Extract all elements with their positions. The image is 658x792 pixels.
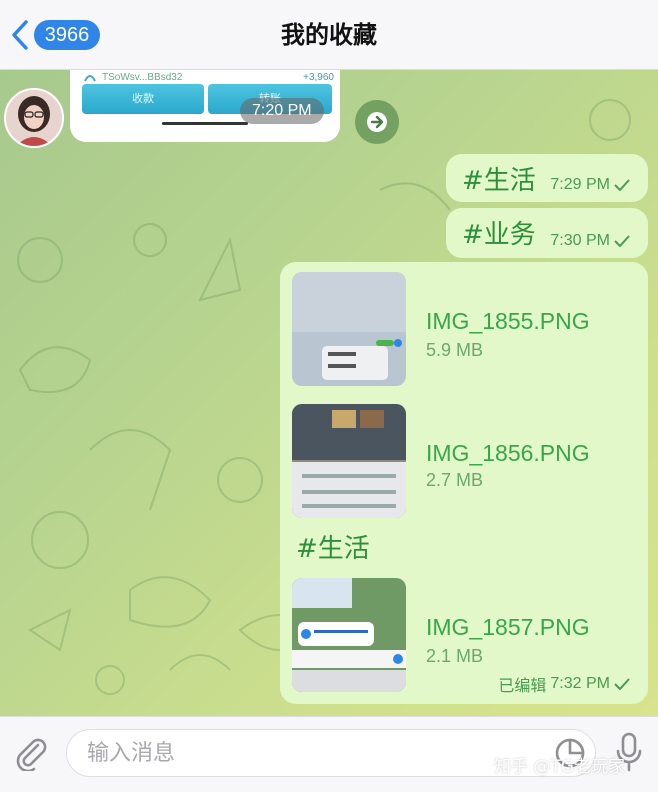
message-meta: 7:29 PM [550,176,630,194]
file-size: 2.1 MB [426,646,484,666]
thumbnail-image [292,578,406,692]
avatar-image [6,90,62,146]
page-title: 我的收藏 [281,21,377,49]
file-name[interactable]: IMG_1856.PNG [426,440,590,467]
file-size: 2.7 MB [426,470,484,490]
avatar[interactable] [4,88,64,148]
file-name[interactable]: IMG_1855.PNG [426,308,590,335]
message-meta: 7:30 PM [550,232,630,250]
paperclip-icon[interactable] [14,735,48,771]
message-time: 7:30 PM [550,232,610,249]
chat-header: 3966 我的收藏 [0,0,658,70]
incoming-photo-message[interactable]: TSoWsv...BBsd32 +3,960 收款 转账 7:20 PM [70,70,340,142]
wallet-address: TSoWsv...BBsd32 [102,71,183,83]
wallet-info-row: TSoWsv...BBsd32 +3,960 [84,70,334,84]
file-thumbnail[interactable] [292,272,406,386]
outgoing-message[interactable]: #业务 7:30 PM [446,208,648,258]
outgoing-file-group[interactable]: IMG_1855.PNG 5.9 MB IMG_1856.PNG 2.7 MB … [280,262,648,704]
forward-arrow-icon [367,112,387,132]
message-text[interactable]: #生活 [462,160,536,197]
file-caption[interactable]: #生活 [296,528,370,565]
edited-label: 已编辑 [498,678,547,695]
file-name[interactable]: IMG_1857.PNG [426,614,590,641]
message-time: 7:20 PM [240,98,324,124]
wallet-receive-button: 收款 [82,84,204,114]
check-icon [614,235,630,247]
message-time: 7:29 PM [550,176,610,193]
outgoing-message[interactable]: #生活 7:29 PM [446,154,648,202]
message-text[interactable]: #业务 [462,214,536,251]
wallet-amount: +3,960 [303,71,334,83]
file-thumbnail[interactable] [292,578,406,692]
check-icon [614,179,630,191]
watermark: 知乎 @TG老玩家 [494,757,625,777]
message-time: 7:32 PM [550,675,610,692]
thumbnail-image [292,404,406,518]
check-icon [614,678,630,690]
file-size: 5.9 MB [426,340,484,360]
file-thumbnail[interactable] [292,404,406,518]
forward-button[interactable] [355,100,399,144]
message-meta: 已编辑 7:32 PM [498,672,630,696]
wallet-icon [84,75,96,82]
chat-area[interactable]: TSoWsv...BBsd32 +3,960 收款 转账 7:20 PM #生活… [0,70,658,716]
image-scrollbar [162,122,248,125]
thumbnail-image [292,272,406,386]
message-input[interactable] [87,738,547,768]
